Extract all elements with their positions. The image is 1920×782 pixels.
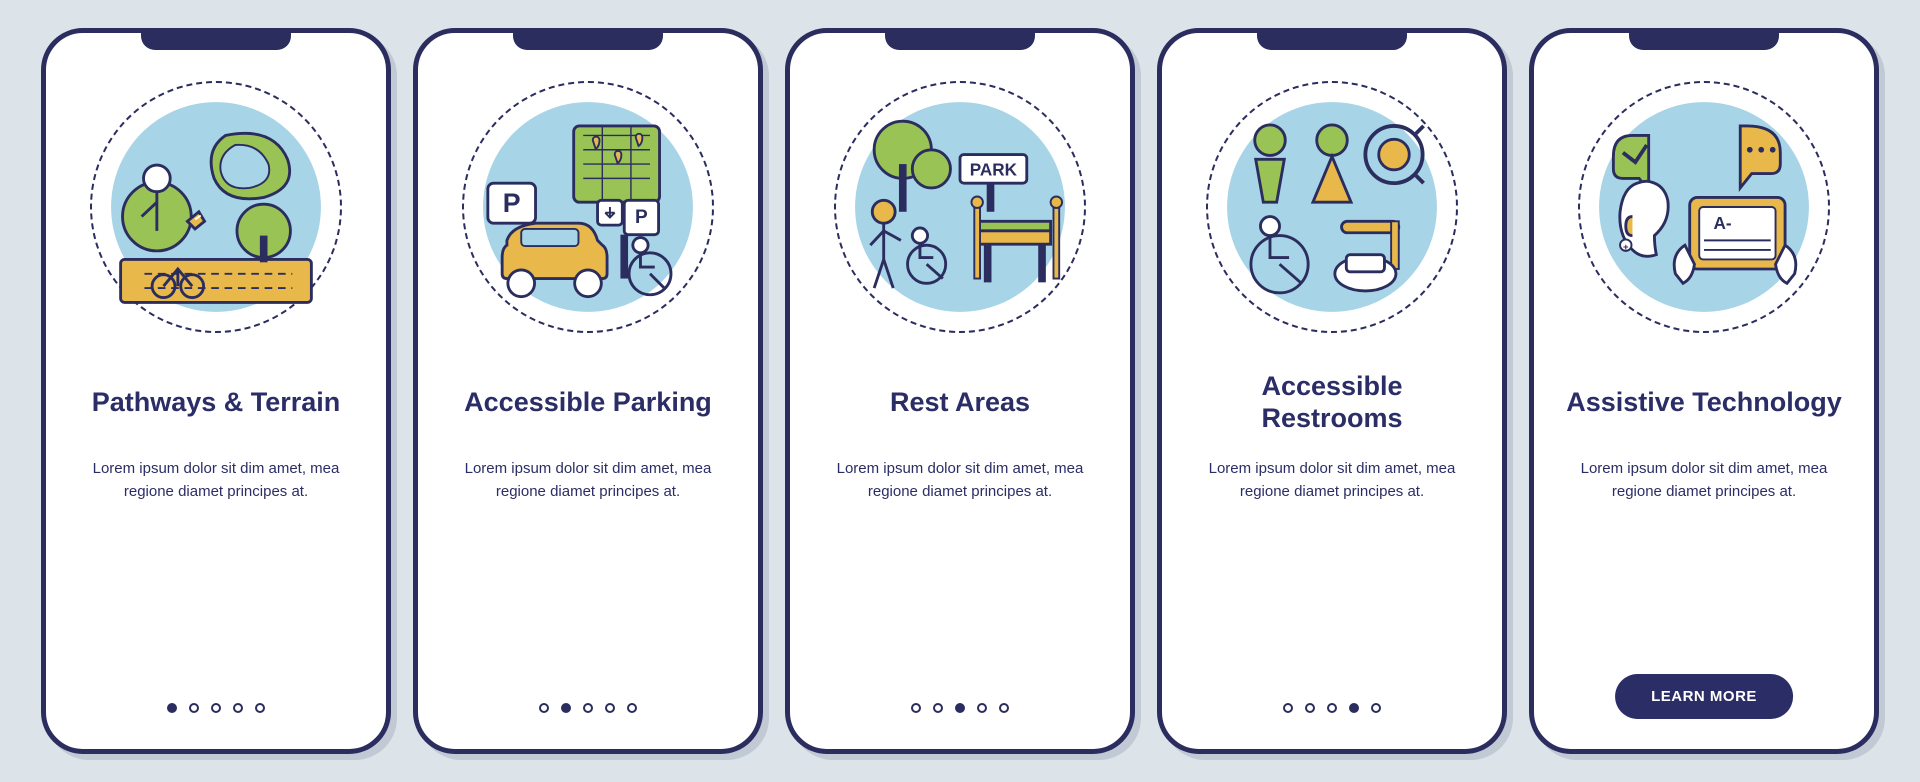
phone-notch — [513, 28, 663, 50]
pager-dot[interactable] — [1327, 703, 1337, 713]
pager-dot[interactable] — [1305, 703, 1315, 713]
card-title: Accessible Restrooms — [1190, 369, 1474, 435]
svg-text:P: P — [635, 207, 648, 228]
pager-dot[interactable] — [627, 703, 637, 713]
pager-dot[interactable] — [233, 703, 243, 713]
pagination-dots — [418, 703, 758, 713]
phone-notch — [1629, 28, 1779, 50]
pager-dot[interactable] — [583, 703, 593, 713]
card-body: Lorem ipsum dolor sit dim amet, mea regi… — [1562, 457, 1846, 504]
learn-more-button[interactable]: LEARN MORE — [1615, 674, 1793, 719]
pager-dot[interactable] — [911, 703, 921, 713]
pager-dot[interactable] — [1349, 703, 1359, 713]
pager-dot[interactable] — [211, 703, 221, 713]
onboarding-card-3: PARK Rest Areas Lorem ipsum dolor sit di… — [785, 28, 1135, 754]
card-title: Pathways & Terrain — [88, 369, 345, 435]
pager-dot[interactable] — [1283, 703, 1293, 713]
pagination-dots — [1162, 703, 1502, 713]
card-body: Lorem ipsum dolor sit dim amet, mea regi… — [1190, 457, 1474, 504]
pager-dot[interactable] — [189, 703, 199, 713]
accessible-restrooms-icon — [1206, 81, 1458, 333]
pager-dot[interactable] — [933, 703, 943, 713]
onboarding-card-4: Accessible Restrooms Lorem ipsum dolor s… — [1157, 28, 1507, 754]
card-title: Accessible Parking — [460, 369, 716, 435]
pager-dot[interactable] — [1371, 703, 1381, 713]
svg-text:A-: A- — [1714, 213, 1732, 233]
rest-areas-icon: PARK — [834, 81, 1086, 333]
pagination-dots — [46, 703, 386, 713]
onboarding-card-2: P P Accessible Parking Lorem ipsum dolor… — [413, 28, 763, 754]
card-body: Lorem ipsum dolor sit dim amet, mea regi… — [446, 457, 730, 504]
svg-text:P: P — [503, 188, 521, 218]
pager-dot[interactable] — [977, 703, 987, 713]
onboarding-card-5: + A- Assistive Technology Lorem ipsum do… — [1529, 28, 1879, 754]
phone-notch — [885, 28, 1035, 50]
pager-dot[interactable] — [561, 703, 571, 713]
accessible-parking-icon: P P — [462, 81, 714, 333]
pager-dot[interactable] — [255, 703, 265, 713]
svg-text:PARK: PARK — [970, 160, 1018, 180]
pathways-terrain-icon — [90, 81, 342, 333]
assistive-technology-icon: + A- — [1578, 81, 1830, 333]
pager-dot[interactable] — [955, 703, 965, 713]
card-title: Rest Areas — [886, 369, 1034, 435]
pager-dot[interactable] — [999, 703, 1009, 713]
svg-text:+: + — [1623, 242, 1629, 253]
pagination-dots — [790, 703, 1130, 713]
onboarding-card-1: Pathways & Terrain Lorem ipsum dolor sit… — [41, 28, 391, 754]
card-body: Lorem ipsum dolor sit dim amet, mea regi… — [74, 457, 358, 504]
phone-notch — [141, 28, 291, 50]
card-title: Assistive Technology — [1562, 369, 1846, 435]
pager-dot[interactable] — [167, 703, 177, 713]
card-body: Lorem ipsum dolor sit dim amet, mea regi… — [818, 457, 1102, 504]
pager-dot[interactable] — [539, 703, 549, 713]
pager-dot[interactable] — [605, 703, 615, 713]
phone-notch — [1257, 28, 1407, 50]
